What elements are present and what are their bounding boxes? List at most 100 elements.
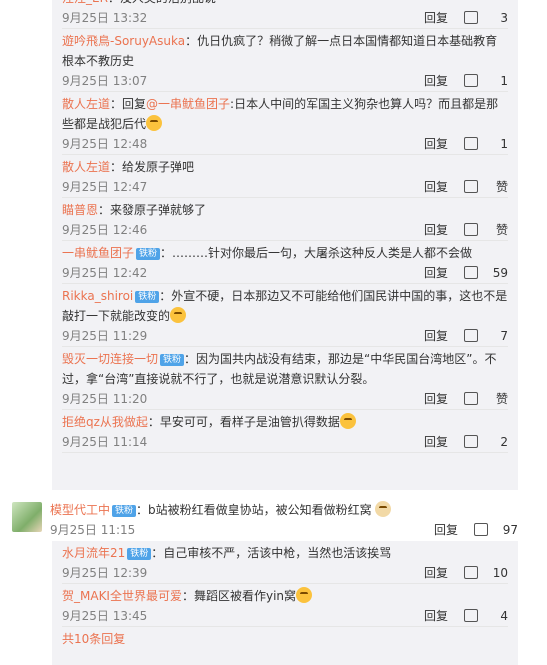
fan-badge: 铁粉 [135, 291, 160, 303]
thumbs-up-icon [464, 566, 478, 579]
username-link[interactable]: 散人左道 [62, 97, 110, 111]
reply-meta: 9月25日 12:48 回复 1 [62, 134, 508, 154]
like-count: 赞 [495, 223, 508, 237]
username-link[interactable]: 一串鱿鱼团子 [62, 246, 134, 260]
like-button[interactable]: 赞 [464, 220, 508, 240]
reply-button[interactable]: 回复 [424, 606, 448, 626]
like-button[interactable]: 1 [464, 134, 508, 154]
like-button[interactable]: 10 [464, 563, 508, 583]
reply-content: ：回复 [110, 97, 147, 111]
reply-item: 一串鱿鱼团子 铁粉 ：………针对你最后一句，大屠杀这种反人类是人都不会做 9月25日 … [62, 241, 508, 284]
reply-text: 散人左道：回复@一串鱿鱼团子:日本人中间的军国主义狗杂也算人吗？而且都是那些都是… [62, 92, 508, 134]
fan-badge: 铁粉 [112, 505, 137, 517]
like-button[interactable]: 4 [464, 606, 508, 626]
reply-button[interactable]: 回复 [424, 134, 448, 154]
timestamp: 9月25日 11:20 [62, 392, 148, 406]
reply-text: 瞄普恩：来發原子弹就够了 [62, 198, 508, 220]
like-count: 1 [500, 74, 508, 88]
reply-button[interactable]: 回复 [424, 563, 448, 583]
like-count: 59 [492, 266, 508, 280]
reply-button[interactable]: 回复 [434, 520, 458, 540]
emoji-icon [170, 307, 187, 323]
reply-item: 毁灭一切连接一切 铁粉 ：因为国共内战没有结束，那边是“中华民国台湾地区”。不过，拿… [62, 347, 508, 410]
thumbs-up-icon [464, 609, 478, 622]
timestamp: 9月25日 13:45 [62, 609, 148, 623]
reply-button[interactable]: 回复 [424, 8, 448, 28]
username-link[interactable]: Rikka_shiroi [62, 289, 133, 303]
like-button[interactable]: 赞 [464, 177, 508, 197]
reply-item: 水月流年21 铁粉 ：自己审核不严，活该中枪，当然也活该挨骂 9月25日 12:39 回… [62, 541, 508, 584]
fan-badge: 铁粉 [160, 354, 185, 366]
fan-badge: 铁粉 [127, 548, 152, 560]
timestamp: 9月25日 11:14 [62, 435, 148, 449]
reply-text: 散人左道：给发原子弹吧 [62, 155, 508, 177]
reply-button[interactable]: 回复 [424, 177, 448, 197]
reply-button[interactable]: 回复 [424, 432, 448, 452]
username-link[interactable]: 水月流年21 [62, 546, 125, 560]
reply-content: ：来發原子弹就够了 [98, 203, 207, 217]
reply-item: 贺_MAKI全世界最可爱：舞蹈区被看作yin窝 9月25日 13:45 回复 4 [62, 584, 508, 627]
emoji-icon [146, 115, 163, 131]
like-button[interactable]: 赞 [464, 389, 508, 409]
reply-text: 一串鱿鱼团子 铁粉 ：………针对你最后一句，大屠杀这种反人类是人都不会做 [62, 241, 508, 263]
username-link[interactable]: 贺_MAKI全世界最可爱 [62, 589, 182, 603]
reply-meta: 9月25日 12:39 回复 10 [62, 563, 508, 583]
more-replies-link[interactable]: 共10条回复 [52, 627, 518, 651]
like-button[interactable]: 7 [464, 326, 508, 346]
reply-button[interactable]: 回复 [424, 263, 448, 283]
reply-button[interactable]: 回复 [424, 389, 448, 409]
fan-badge: 铁粉 [136, 248, 161, 260]
username-link[interactable]: 遊吟飛鳥-SoruyAsuka [62, 34, 185, 48]
reply-text: Rikka_shiroi 铁粉 ：外宣不硬，日本那边又不可能给他们国民讲中国的事，这… [62, 284, 508, 326]
thumbs-up-icon [464, 74, 478, 87]
timestamp: 9月25日 13:32 [62, 11, 148, 25]
username-link[interactable]: 模型代工中 [50, 503, 110, 517]
reply-button[interactable]: 回复 [424, 326, 448, 346]
thumbs-up-icon [474, 523, 488, 536]
thumbs-up-icon [464, 223, 478, 236]
like-count: 4 [500, 609, 508, 623]
thumbs-up-icon [464, 392, 478, 405]
like-button[interactable]: 97 [474, 520, 518, 540]
emoji-icon [375, 501, 392, 517]
timestamp: 9月25日 11:15 [50, 523, 136, 537]
reply-text: 拒绝qz从我做起：早安可可，看样子是油管扒得数据 [62, 410, 508, 432]
username-link[interactable]: 拒绝qz从我做起 [62, 415, 148, 429]
reply-text: 水月流年21 铁粉 ：自己审核不严，活该中枪，当然也活该挨骂 [62, 541, 508, 563]
like-button[interactable]: 3 [464, 8, 508, 28]
like-count: 2 [500, 435, 508, 449]
like-count: 97 [502, 523, 518, 537]
like-button[interactable]: 59 [464, 263, 508, 283]
username-link[interactable]: 散人左道 [62, 160, 110, 174]
reply-item: 瞄普恩：来發原子弹就够了 9月25日 12:46 回复 赞 [62, 198, 508, 241]
timestamp: 9月25日 12:39 [62, 566, 148, 580]
reply-item: 遊吟飛鳥-SoruyAsuka：仇日仇疯了？稍微了解一点日本国情都知道日本基础教… [62, 29, 508, 92]
reply-button[interactable]: 回复 [424, 71, 448, 91]
username-link[interactable]: 毁灭一切连接一切 [62, 352, 158, 366]
like-button[interactable]: 2 [464, 432, 508, 452]
reply-meta: 9月25日 13:45 回复 4 [62, 606, 508, 626]
mention-link[interactable]: @一串鱿鱼团子 [146, 97, 230, 111]
thumbs-up-icon [464, 329, 478, 342]
avatar[interactable] [12, 502, 42, 532]
timestamp: 9月25日 13:07 [62, 74, 148, 88]
username-link[interactable]: 汪汪_ER [62, 0, 108, 5]
reply-text: 毁灭一切连接一切 铁粉 ：因为国共内战没有结束，那边是“中华民国台湾地区”。不过，拿… [62, 347, 508, 389]
like-button[interactable]: 1 [464, 71, 508, 91]
like-count: 赞 [495, 392, 508, 406]
reply-item: Rikka_shiroi 铁粉 ：外宣不硬，日本那边又不可能给他们国民讲中国的事，这… [62, 284, 508, 347]
reply-content: ：自己审核不严，活该中枪，当然也活该挨骂 [151, 546, 392, 560]
timestamp: 9月25日 12:46 [62, 223, 148, 237]
comment-meta: 9月25日 11:15 回复 97 [50, 520, 518, 540]
username-link[interactable]: 瞄普恩 [62, 203, 98, 217]
thumbs-up-icon [464, 435, 478, 448]
reply-item: 散人左道：回复@一串鱿鱼团子:日本人中间的军国主义狗杂也算人吗？而且都是那些都是… [62, 92, 508, 155]
timestamp: 9月25日 12:48 [62, 137, 148, 151]
reply-button[interactable]: 回复 [424, 220, 448, 240]
reply-text: 遊吟飛鳥-SoruyAsuka：仇日仇疯了？稍微了解一点日本国情都知道日本基础教… [62, 29, 508, 71]
thumbs-up-icon [464, 137, 478, 150]
like-count: 7 [500, 329, 508, 343]
reply-text: 贺_MAKI全世界最可爱：舞蹈区被看作yin窝 [62, 584, 508, 606]
reply-content: ：给发原子弹吧 [110, 160, 195, 174]
reply-meta: 9月25日 12:46 回复 赞 [62, 220, 508, 240]
